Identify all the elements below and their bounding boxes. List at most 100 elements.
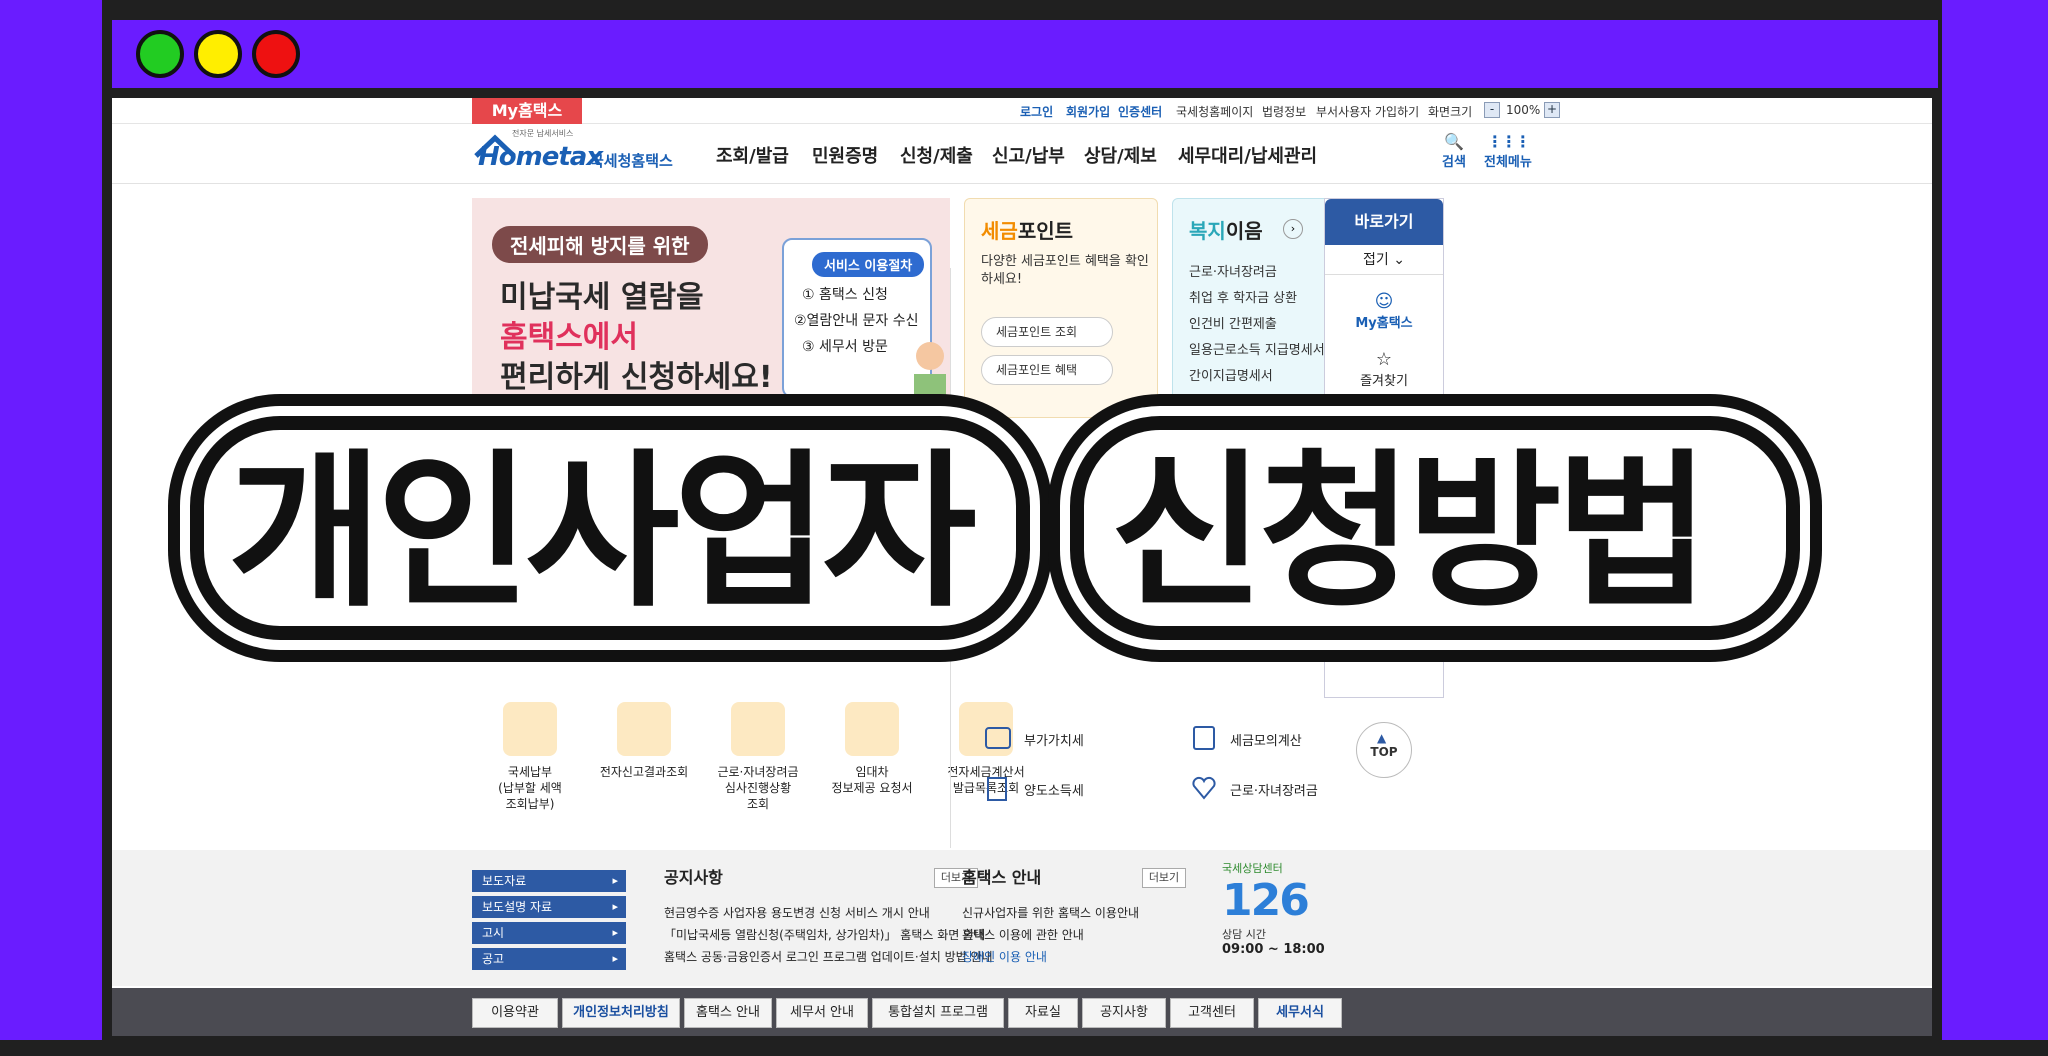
family-join-link[interactable]: 부서사용자 가입하기 — [1316, 103, 1419, 120]
quick-fold-button[interactable]: 접기 ⌄ — [1325, 245, 1443, 275]
footer-terms[interactable]: 이용약관 — [472, 998, 558, 1028]
menu-inquiry-issue[interactable]: 조회/발급 — [716, 142, 789, 168]
notice-item[interactable]: 홈택스 공동·금융인증서 로그인 프로그램 업데이트·설치 방법 안내 — [664, 948, 993, 965]
tax-point-inquiry-button[interactable]: 세금포인트 조회 — [981, 317, 1113, 347]
welfare-title-a: 복지 — [1189, 219, 1226, 243]
footer-install-program[interactable]: 통합설치 프로그램 — [872, 998, 1004, 1028]
all-menu-label: 전체메뉴 — [1484, 155, 1532, 170]
tax-point-benefit-button[interactable]: 세금포인트 혜택 — [981, 355, 1113, 385]
welfare-item[interactable]: 일용근로소득 지급명세서 — [1189, 339, 1325, 358]
search-label: 검색 — [1442, 155, 1466, 170]
nts-home-link[interactable]: 국세청홈페이지 — [1176, 103, 1253, 120]
purple-border-left — [0, 0, 102, 1040]
my-hometax-tab[interactable]: My홈택스 — [472, 98, 582, 124]
banner-line-2: 홈택스에서 — [500, 320, 638, 355]
quick-my-hometax[interactable]: ☺ My홈택스 — [1325, 291, 1443, 331]
heart-hand-icon — [731, 702, 785, 756]
footer-library[interactable]: 자료실 — [1008, 998, 1078, 1028]
banner-line-3: 편리하게 신청하세요! — [500, 360, 773, 395]
press-release-tab[interactable]: 보도자료 ▸ — [472, 870, 626, 892]
quick-favorites[interactable]: ☆ 즐겨찾기 — [1325, 349, 1443, 389]
quick-menu-title: 바로가기 — [1325, 199, 1443, 245]
search-button[interactable]: 🔍 검색 — [1442, 132, 1466, 170]
footer-tax-forms[interactable]: 세무서식 — [1258, 998, 1342, 1028]
menu-consult[interactable]: 상담/제보 — [1084, 142, 1157, 168]
tax-point-title-b: 포인트 — [1017, 219, 1074, 243]
footer-customer-center[interactable]: 고객센터 — [1170, 998, 1254, 1028]
service-shortcut-tax-payment[interactable]: 국세납부 (납부할 세액 조회납부) — [470, 702, 590, 812]
zoom-out-button[interactable]: - — [1484, 102, 1500, 118]
overlay-text-2: 신청방법 — [1110, 434, 1710, 630]
notice-item[interactable]: 현금영수증 사업자용 용도변경 신청 서비스 개시 안내 — [664, 904, 930, 921]
call-center-126[interactable]: 국세상담센터 126 상담 시간 09:00 ~ 18:00 — [1222, 860, 1325, 970]
zoom-in-button[interactable]: + — [1544, 102, 1560, 118]
welfare-item[interactable]: 근로·자녀장려금 — [1189, 261, 1277, 280]
tax-point-title: 세금포인트 — [981, 215, 1073, 244]
quick-item-label: My홈택스 — [1355, 316, 1413, 331]
public-notice-tab[interactable]: 공고 ▸ — [472, 948, 626, 970]
menu-tax-agent[interactable]: 세무대리/납세관리 — [1178, 142, 1317, 168]
banner-line-1: 미납국세 열람을 — [500, 280, 704, 315]
tax-simulation-link[interactable]: 세금모의계산 — [1230, 730, 1302, 749]
guide-item[interactable]: 신규사업자를 위한 홈택스 이용안내 — [962, 904, 1139, 921]
banner-tag: 전세피해 방지를 위한 — [492, 226, 708, 263]
law-info-link[interactable]: 법령정보 — [1262, 103, 1306, 120]
welfare-item[interactable]: 인건비 간편제출 — [1189, 313, 1277, 332]
tax-point-card: 세금포인트 다양한 세금포인트 혜택을 확인하세요! 세금포인트 조회 세금포인… — [964, 198, 1158, 418]
footer-hometax-guide[interactable]: 홈택스 안내 — [684, 998, 772, 1028]
service-label: 근로·자녀장려금 심사진행상황 조회 — [717, 765, 799, 811]
window-minimize-button[interactable] — [194, 30, 242, 78]
announcement-tab[interactable]: 고시 ▸ — [472, 922, 626, 944]
signup-link[interactable]: 회원가입 — [1066, 103, 1110, 120]
all-menu-button[interactable]: ⋮⋮⋮ 전체메뉴 — [1484, 132, 1532, 170]
chevron-right-icon: ▸ — [612, 952, 618, 965]
money-bag-icon — [503, 702, 557, 756]
scroll-top-button[interactable]: ▲ TOP — [1356, 722, 1412, 778]
caret-up-icon: ▲ — [1377, 731, 1387, 745]
service-shortcut-efile-result[interactable]: 전자신고결과조회 — [584, 702, 704, 780]
menu-certificate[interactable]: 민원증명 — [812, 142, 878, 168]
footer-office-guide[interactable]: 세무서 안내 — [776, 998, 868, 1028]
overlay-text-1: 개인사업자 — [228, 434, 977, 630]
guide-item[interactable]: 장애인 이용 안내 — [962, 948, 1047, 965]
welfare-item[interactable]: 간이지급명세서 — [1189, 365, 1273, 384]
service-shortcut-lease-info[interactable]: 임대차 정보제공 요청서 — [812, 702, 932, 796]
hometax-logo[interactable]: 전자문 납세서비스 Hometax 국세청홈택스 — [472, 129, 682, 176]
service-label: 국세납부 (납부할 세액 조회납부) — [498, 765, 562, 811]
call-center-number: 126 — [1222, 875, 1310, 926]
press-explain-tab[interactable]: 보도설명 자료 ▸ — [472, 896, 626, 918]
video-title-overlay: 개인사업자 신청방법 — [180, 396, 1844, 666]
footer-privacy[interactable]: 개인정보처리방침 — [562, 998, 680, 1028]
guide-item[interactable]: 홈택스 이용에 관한 안내 — [962, 926, 1084, 943]
menu-apply-submit[interactable]: 신청/제출 — [900, 142, 973, 168]
footer-notice[interactable]: 공지사항 — [1082, 998, 1166, 1028]
person-icon: ☺ — [1374, 291, 1394, 312]
top-label: TOP — [1370, 745, 1398, 759]
notice-item[interactable]: 「미납국세등 열람신청(주택임차, 상가임차)」 홈택스 화면 안내 — [664, 926, 985, 943]
search-icon: 🔍 — [1444, 132, 1464, 151]
zoom-label: 화면크기 — [1428, 105, 1473, 119]
chevron-right-icon: ▸ — [612, 900, 618, 913]
menu-report-pay[interactable]: 신고/납부 — [992, 142, 1065, 168]
main-banner[interactable]: 전세피해 방지를 위한 미납국세 열람을 홈택스에서 편리하게 신청하세요! 서… — [472, 198, 950, 418]
tax-point-desc: 다양한 세금포인트 혜택을 확인하세요! — [981, 254, 1149, 287]
hours-value: 09:00 ~ 18:00 — [1222, 942, 1325, 957]
calculator-icon — [1193, 726, 1215, 750]
welfare-item[interactable]: 취업 후 학자금 상환 — [1189, 287, 1297, 306]
window-maximize-button[interactable] — [136, 30, 184, 78]
welfare-title: 복지이음 — [1189, 215, 1263, 244]
chevron-right-icon: ▸ — [612, 874, 618, 887]
welfare-card: 복지이음 › 근로·자녀장려금 취업 후 학자금 상환 인건비 간편제출 일용근… — [1172, 198, 1344, 418]
guide-title: 홈택스 안내 — [962, 868, 1042, 887]
chevron-right-icon[interactable]: › — [1283, 219, 1303, 239]
login-link[interactable]: 로그인 — [1020, 103, 1053, 120]
notice-title: 공지사항 — [664, 868, 723, 887]
transfer-tax-link[interactable]: 양도소득세 — [1024, 780, 1084, 799]
vat-link[interactable]: 부가가치세 — [1024, 730, 1084, 749]
cert-center-link[interactable]: 인증센터 — [1118, 103, 1162, 120]
guide-more-button[interactable]: 더보기 — [1142, 868, 1186, 888]
service-shortcut-incentive-status[interactable]: 근로·자녀장려금 심사진행상황 조회 — [698, 702, 818, 812]
step-3: ③ 세무서 방문 — [802, 339, 888, 355]
incentive-link[interactable]: 근로·자녀장려금 — [1230, 780, 1318, 799]
window-close-button[interactable] — [252, 30, 300, 78]
